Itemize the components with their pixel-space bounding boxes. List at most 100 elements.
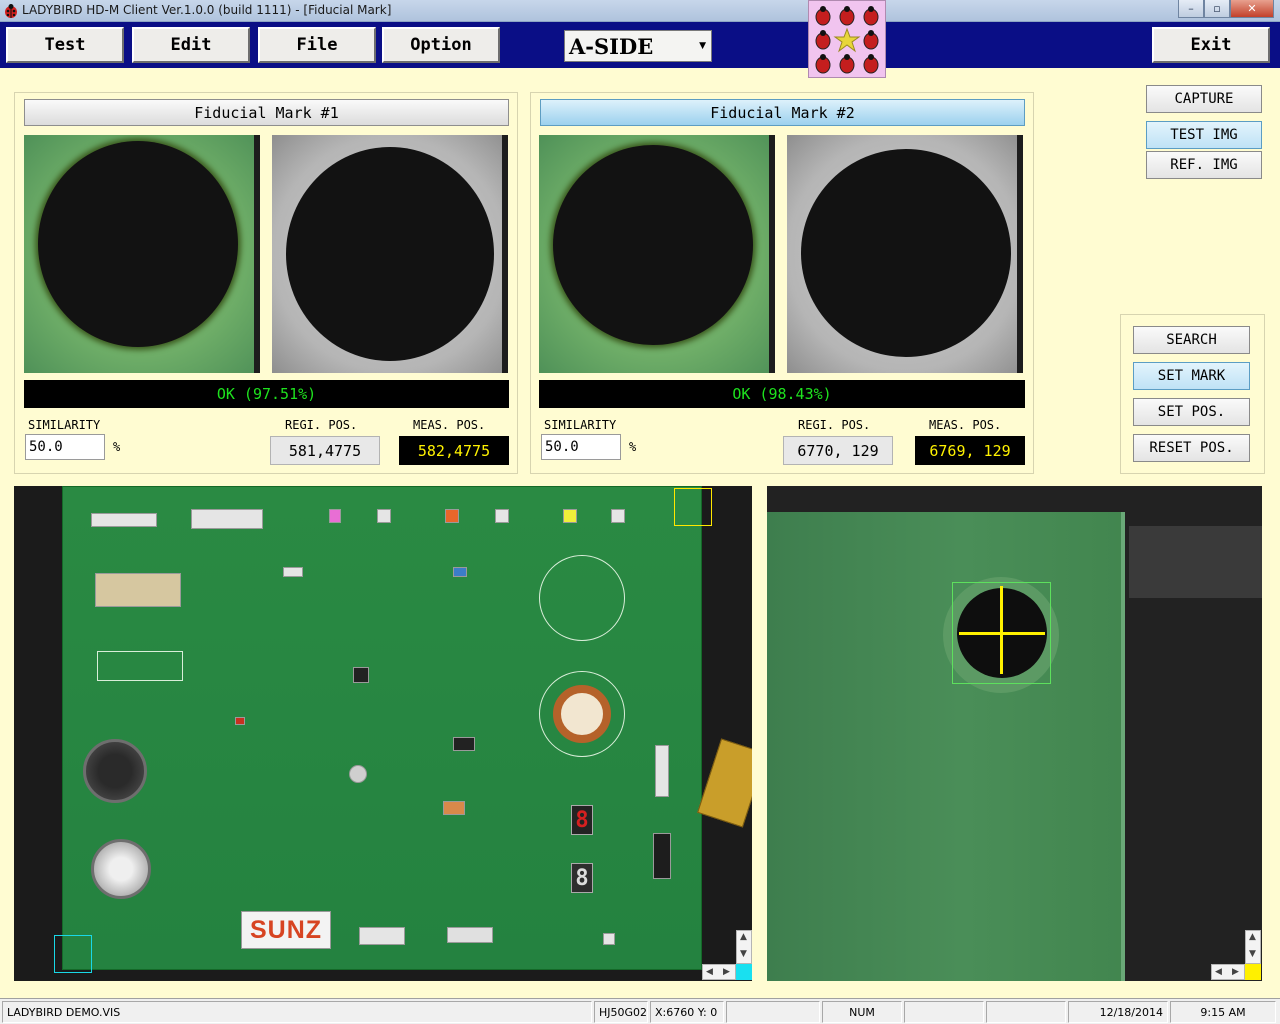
silkscreen-outline [97, 651, 183, 681]
minimize-button[interactable]: – [1178, 0, 1204, 18]
board-horizontal-scrollbar[interactable]: ◀ ▶ [702, 964, 736, 980]
fiducial-2-header[interactable]: Fiducial Mark #2 [540, 99, 1025, 126]
fiducial-1-ref-image [272, 135, 508, 373]
edit-button[interactable]: Edit [132, 27, 250, 63]
test-button[interactable]: Test [6, 27, 124, 63]
menu-band: Test Edit File Option A-SIDE ▼ Exit [0, 22, 1280, 68]
ladybird-logo [808, 0, 886, 78]
led-component [235, 717, 245, 725]
maximize-button[interactable]: ▫ [1204, 0, 1230, 18]
side-select-value: A-SIDE [569, 33, 654, 59]
scroll-left-icon[interactable]: ◀ [1215, 967, 1222, 977]
zoom-vertical-scrollbar[interactable]: ▲ ▼ [1245, 930, 1261, 964]
fiducial-2-percent-label: % [629, 440, 637, 454]
scroll-down-icon[interactable]: ▼ [740, 949, 747, 959]
switch-component [377, 509, 391, 523]
side-select[interactable]: A-SIDE ▼ [564, 30, 712, 62]
ic-component [353, 667, 369, 683]
switch-component [603, 933, 615, 945]
fiducial-1-result: OK (97.51%) [24, 380, 509, 408]
status-file: LADYBIRD DEMO.VIS [2, 1001, 592, 1023]
fiducial-2-meas-label: MEAS. POS. [929, 418, 1002, 432]
scroll-right-icon[interactable]: ▶ [723, 967, 730, 977]
seven-segment-display: 8 [571, 805, 593, 835]
crosshair-vertical [1000, 586, 1003, 674]
fiducial-2-ref-image [787, 135, 1023, 373]
fiducial-2-similarity-label: SIMILARITY [544, 418, 617, 432]
set-pos-button[interactable]: SET POS. [1133, 398, 1250, 426]
switch-component [443, 801, 465, 815]
led-component [329, 509, 341, 523]
silkscreen-outline [539, 555, 625, 641]
status-date: 12/18/2014 [1068, 1001, 1168, 1023]
connector-component [91, 513, 157, 527]
status-empty-1 [726, 1001, 820, 1023]
fiducial-1-similarity-label: SIMILARITY [28, 418, 101, 432]
zoom-horizontal-scrollbar[interactable]: ◀ ▶ [1211, 964, 1245, 980]
sunz-logo: SUNZ [241, 911, 331, 949]
option-button[interactable]: Option [382, 27, 500, 63]
switch-component [495, 509, 509, 523]
zoom-view[interactable]: ▲ ▼ ◀ ▶ [767, 486, 1262, 981]
ref-img-button[interactable]: REF. IMG [1146, 151, 1262, 179]
zoom-pcb-image [767, 512, 1125, 981]
zoom-corner-indicator [1245, 964, 1261, 980]
led-component [445, 509, 459, 523]
fiducial-2-regi-label: REGI. POS. [798, 418, 871, 432]
reset-pos-button[interactable]: RESET POS. [1133, 434, 1250, 462]
status-model: HJ50G02 [594, 1001, 648, 1023]
fiducial-1-percent-label: % [113, 440, 121, 454]
title-bar: LADYBIRD HD-M Client Ver.1.0.0 (build 11… [0, 0, 1280, 22]
fiducial-2-regi-pos: 6770, 129 [783, 436, 893, 465]
fiducial-1-meas-label: MEAS. POS. [413, 418, 486, 432]
board-vertical-scrollbar[interactable]: ▲ ▼ [736, 930, 752, 964]
status-coords: X:6760 Y: 0 [650, 1001, 724, 1023]
ladybug-app-icon [5, 4, 17, 18]
connector-component [191, 509, 263, 529]
exit-button[interactable]: Exit [1152, 27, 1270, 63]
pcb-image: 8 8 SUNZ [62, 486, 702, 970]
dropdown-arrow-icon: ▼ [699, 41, 706, 51]
fiducial-2-locator[interactable] [674, 488, 712, 526]
fiducial-2-meas-pos: 6769, 129 [915, 436, 1025, 465]
file-button[interactable]: File [258, 27, 376, 63]
scroll-right-icon[interactable]: ▶ [1232, 967, 1239, 977]
connector-component [359, 927, 405, 945]
scroll-down-icon[interactable]: ▼ [1249, 949, 1256, 959]
fiducial-1-meas-pos: 582,4775 [399, 436, 509, 465]
electrolytic-capacitor [83, 739, 147, 803]
board-overview[interactable]: 8 8 SUNZ ▲ ▼ ◀ ▶ [14, 486, 752, 981]
fiducial-1-locator[interactable] [54, 935, 92, 973]
switch-component [611, 509, 625, 523]
test-img-button[interactable]: TEST IMG [1146, 121, 1262, 149]
electrolytic-capacitor [91, 839, 151, 899]
buzzer-component [349, 765, 367, 783]
window-title: LADYBIRD HD-M Client Ver.1.0.0 (build 11… [22, 3, 392, 17]
toroid-inductor [553, 685, 611, 743]
terminal-block-component [95, 573, 181, 607]
search-button[interactable]: SEARCH [1133, 326, 1250, 354]
seven-segment-display: 8 [571, 863, 593, 893]
fiducial-1-regi-label: REGI. POS. [285, 418, 358, 432]
fiducial-1-test-image [24, 135, 260, 373]
status-bar: LADYBIRD DEMO.VIS HJ50G02 X:6760 Y: 0 NU… [0, 998, 1280, 1024]
battery-component [697, 738, 752, 828]
capture-button[interactable]: CAPTURE [1146, 85, 1262, 113]
capacitor-component [453, 567, 467, 577]
fiducial-2-result: OK (98.43%) [539, 380, 1025, 408]
scroll-up-icon[interactable]: ▲ [740, 932, 747, 942]
header-component [653, 833, 671, 879]
status-num: NUM [822, 1001, 902, 1023]
fiducial-2-similarity-input[interactable]: 50.0 [541, 434, 621, 460]
fiducial-1-header[interactable]: Fiducial Mark #1 [24, 99, 509, 126]
fiducial-2-test-image [539, 135, 775, 373]
close-button[interactable]: ✕ [1230, 0, 1274, 18]
status-time: 9:15 AM [1170, 1001, 1276, 1023]
status-empty-2 [904, 1001, 984, 1023]
scroll-up-icon[interactable]: ▲ [1249, 932, 1256, 942]
set-mark-button[interactable]: SET MARK [1133, 362, 1250, 390]
led-component [563, 509, 577, 523]
status-empty-3 [986, 1001, 1066, 1023]
fiducial-1-similarity-input[interactable]: 50.0 [25, 434, 105, 460]
scroll-left-icon[interactable]: ◀ [706, 967, 713, 977]
